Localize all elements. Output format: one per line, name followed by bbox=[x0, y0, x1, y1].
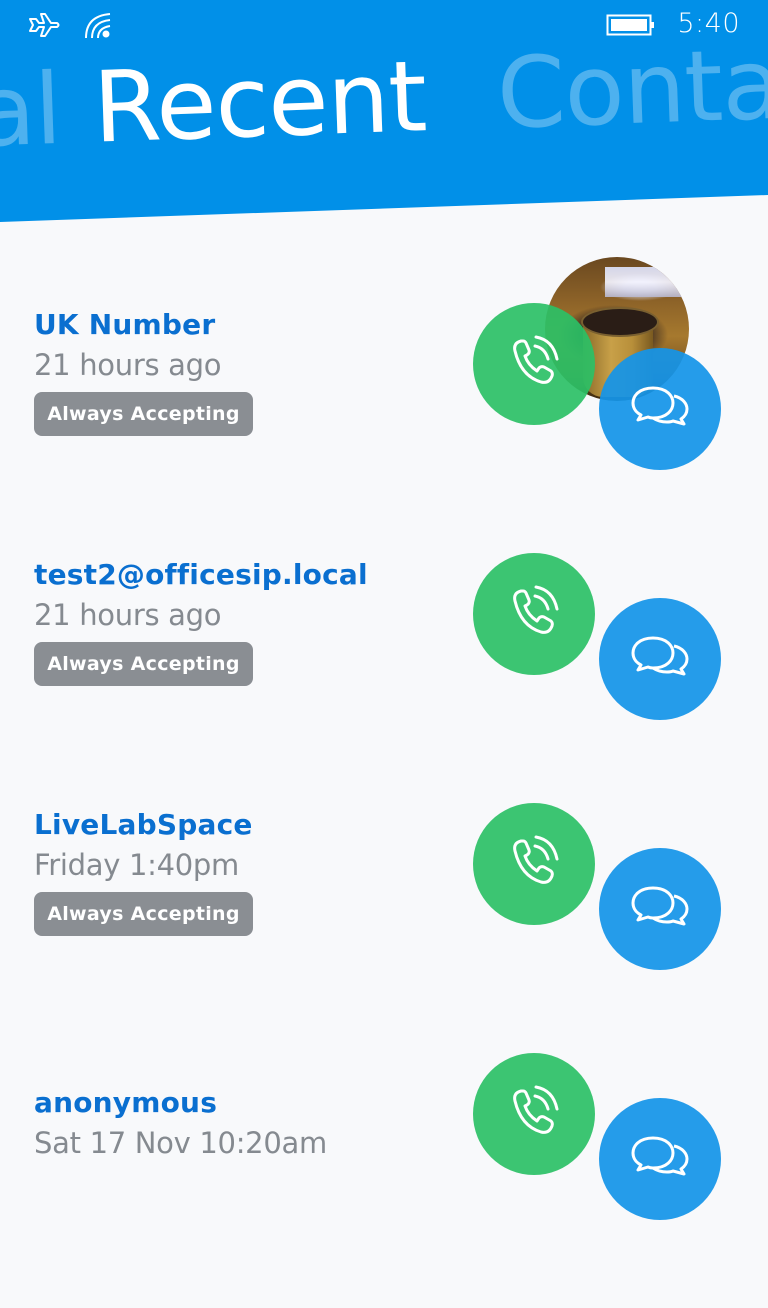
call-time: Sat 17 Nov 10:20am bbox=[34, 1126, 327, 1160]
contact-name[interactable]: anonymous bbox=[34, 1086, 217, 1119]
call-button[interactable] bbox=[473, 553, 595, 675]
phone-call-icon bbox=[513, 835, 559, 884]
call-button[interactable] bbox=[473, 803, 595, 925]
message-button[interactable] bbox=[599, 598, 721, 720]
pivot-tab-recent[interactable]: Recent bbox=[91, 40, 427, 166]
pivot-tab-next[interactable]: Conta bbox=[495, 28, 768, 152]
list-item[interactable]: LiveLabSpace Friday 1:40pm Always Accept… bbox=[0, 803, 768, 1058]
call-time: Friday 1:40pm bbox=[34, 848, 239, 882]
airplane-mode-icon bbox=[29, 13, 60, 37]
chat-bubbles-icon bbox=[631, 386, 689, 426]
chat-bubbles-icon bbox=[631, 1136, 689, 1176]
contact-name[interactable]: test2@officesip.local bbox=[34, 558, 368, 591]
message-button[interactable] bbox=[599, 848, 721, 970]
contact-name[interactable]: LiveLabSpace bbox=[34, 808, 253, 841]
pivot-tab-previous[interactable]: al bbox=[0, 53, 63, 170]
header: 5:40 al Recent Conta bbox=[0, 0, 768, 222]
phone-call-icon bbox=[513, 335, 559, 384]
message-button[interactable] bbox=[599, 348, 721, 470]
contact-name[interactable]: UK Number bbox=[34, 308, 215, 341]
status-badge: Always Accepting bbox=[34, 392, 253, 436]
list-item[interactable]: test2@officesip.local 21 hours ago Alway… bbox=[0, 553, 768, 808]
call-button[interactable] bbox=[473, 303, 595, 425]
chat-bubbles-icon bbox=[631, 636, 689, 676]
status-badge: Always Accepting bbox=[34, 642, 253, 686]
avatar-photo-mug-top bbox=[581, 307, 659, 337]
list-item[interactable]: anonymous Sat 17 Nov 10:20am bbox=[0, 1053, 768, 1308]
avatar-photo-window bbox=[605, 267, 689, 297]
list-item[interactable]: UK Number 21 hours ago Always Accepting bbox=[0, 257, 768, 558]
phone-call-icon bbox=[513, 1085, 559, 1134]
call-time: 21 hours ago bbox=[34, 598, 222, 632]
wifi-icon bbox=[85, 13, 111, 39]
call-time: 21 hours ago bbox=[34, 348, 222, 382]
message-button[interactable] bbox=[599, 1098, 721, 1220]
chat-bubbles-icon bbox=[631, 886, 689, 926]
phone-call-icon bbox=[513, 585, 559, 634]
status-badge: Always Accepting bbox=[34, 892, 253, 936]
call-button[interactable] bbox=[473, 1053, 595, 1175]
